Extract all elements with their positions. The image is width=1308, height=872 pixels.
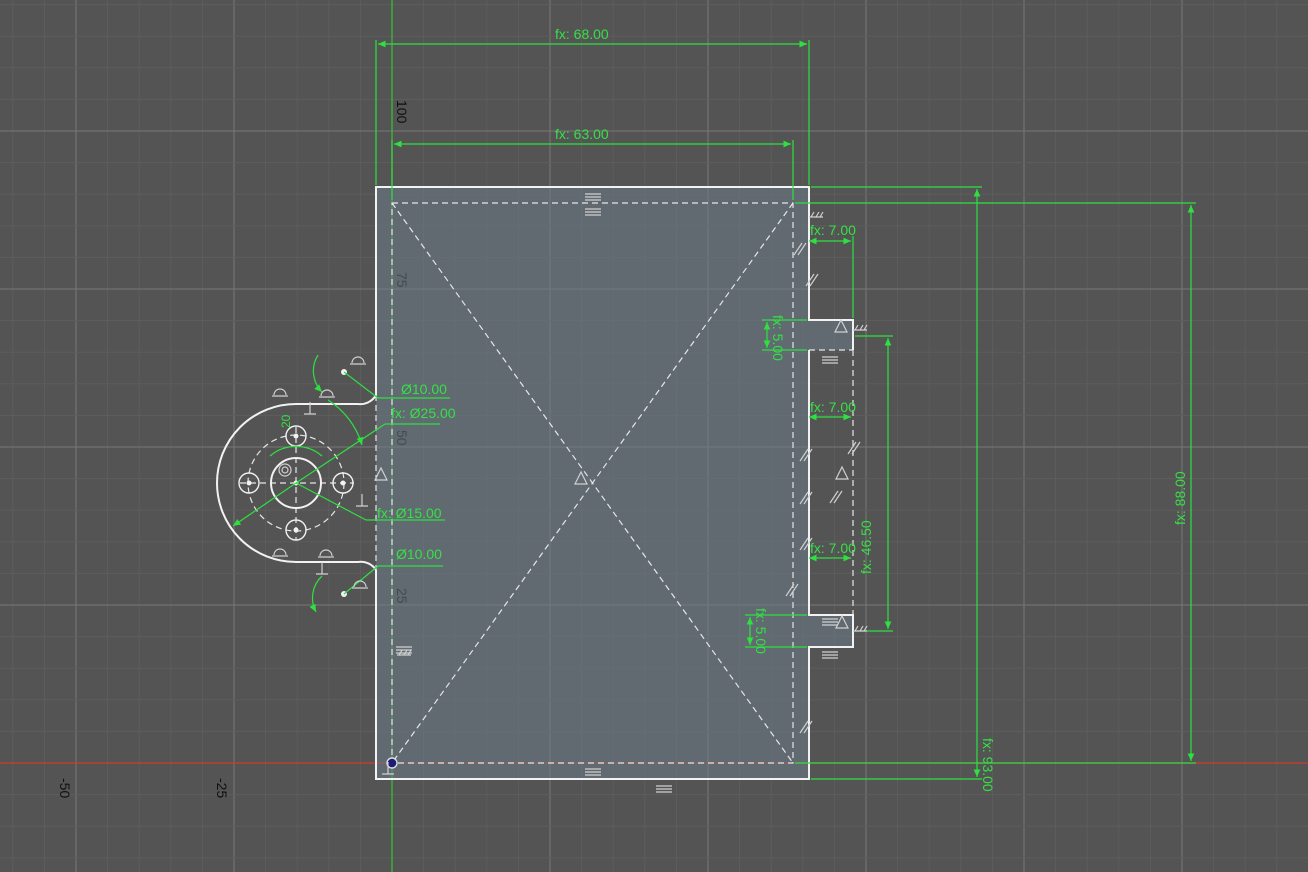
horizontal-constraint-icon[interactable]	[822, 651, 838, 659]
tangent-constraint-icon[interactable]	[272, 548, 288, 557]
dim-width-outer[interactable]: fx: 68.00	[555, 26, 609, 42]
parallel-constraint-icon[interactable]	[847, 441, 861, 455]
concentric-constraint-icon[interactable]	[278, 463, 292, 477]
dim-tab-height-bottom[interactable]: fx: 5.00	[753, 608, 769, 654]
dim-boss-dia[interactable]: fx: Ø25.00	[391, 405, 456, 421]
fix-constraint-icon[interactable]	[809, 211, 824, 218]
midpoint-constraint-icon[interactable]	[835, 465, 849, 480]
dim-height-outer[interactable]: fx: 93.00	[980, 738, 996, 792]
horizontal-constraint-icon[interactable]	[656, 785, 672, 793]
perpendicular-constraint-icon[interactable]	[356, 494, 368, 507]
perpendicular-constraint-icon[interactable]	[316, 562, 328, 575]
dim-small-20[interactable]: 20	[279, 414, 293, 428]
dim-tab-span[interactable]: fx: 46.50	[858, 520, 874, 574]
tangent-constraint-icon[interactable]	[272, 388, 288, 397]
fix-constraint-icon[interactable]	[853, 625, 868, 632]
profile-fill[interactable]	[376, 187, 853, 779]
dim-tab-height-top[interactable]: fx: 5.00	[770, 315, 786, 361]
tangent-constraint-icon[interactable]	[318, 549, 334, 558]
axis-label-x-neg25: -25	[214, 778, 230, 798]
fix-constraint-icon[interactable]	[853, 324, 868, 331]
horizontal-constraint-icon[interactable]	[822, 356, 838, 364]
dim-tab-width-mid[interactable]: fx: 7.00	[810, 399, 856, 415]
tangent-constraint-icon[interactable]	[350, 356, 366, 365]
dim-tab-width-top[interactable]: fx: 7.00	[810, 222, 856, 238]
dim-fillet-bottom[interactable]: Ø10.00	[396, 546, 442, 562]
parallel-constraint-icon[interactable]	[829, 490, 843, 504]
dim-tab-width-bottom[interactable]: fx: 7.00	[810, 540, 856, 556]
dim-width-inner[interactable]: fx: 63.00	[555, 126, 609, 142]
axis-label-y-100: 100	[394, 100, 410, 124]
dim-fillet-top[interactable]: Ø10.00	[401, 381, 447, 397]
sketch-canvas[interactable]: -50 -25 25 50 75 100	[0, 0, 1308, 872]
dim-height-inner[interactable]: fx: 88.00	[1172, 471, 1188, 525]
dim-hole-dia[interactable]: fx: Ø15.00	[377, 505, 442, 521]
axis-label-x-neg50: -50	[57, 778, 73, 798]
